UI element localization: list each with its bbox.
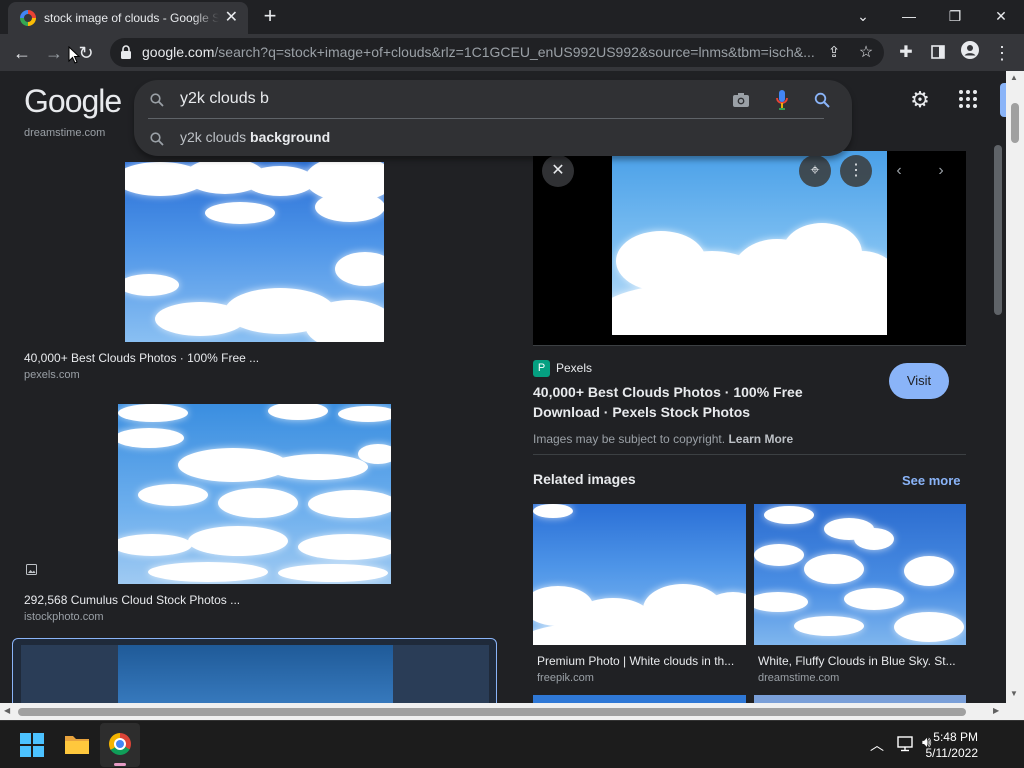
microphone-icon[interactable] [775,89,789,111]
bookmark-star-icon[interactable]: ☆ [852,38,880,66]
see-more-link[interactable]: See more [902,473,961,488]
visit-button[interactable]: Visit [889,363,949,399]
google-logo[interactable]: Google [24,83,122,120]
suggestion-search-icon [150,132,164,146]
tab-strip: stock image of clouds - Google Search ✕ … [0,0,1024,34]
result-source-1[interactable]: dreamstime.com [24,127,105,139]
camera-lens-icon[interactable] [732,92,750,108]
browser-menu-kebab-icon[interactable]: ⋮ [988,39,1016,67]
minimize-window-button[interactable]: — [894,4,924,28]
next-image-chevron-icon[interactable]: › [925,155,957,187]
copyright-text: Images may be subject to copyright. [533,432,726,446]
pexels-logo-icon: P [533,360,550,377]
image-preview-panel: ✕ ⌖ ⋮ ‹ › P Pexels 40,000+ Best Clouds P… [511,127,991,703]
windows-taskbar: ︿ 🔊︎ 5:48 PM 5/11/2022 [0,720,1024,768]
taskbar-time[interactable]: 5:48 PM [933,730,978,744]
search-autocomplete-panel: y2k clouds b y2k clouds background [134,80,852,156]
url-host: google.com [142,44,215,60]
preview-site-name[interactable]: Pexels [556,361,592,375]
preview-panel-scrollbar[interactable] [991,127,1005,703]
start-windows-icon[interactable] [20,733,44,757]
preview-title-line1[interactable]: 40,000+ Best Clouds Photos · 100% Free [533,384,803,400]
related-images-heading: Related images [533,471,636,487]
more-options-kebab-icon[interactable]: ⋮ [840,155,872,187]
result-source-2[interactable]: pexels.com [24,369,80,381]
result-caption-2[interactable]: 40,000+ Best Clouds Photos · 100% Free .… [24,351,259,365]
browser-toolbar: ← → ↻ google.com/search?q=stock+image+of… [0,34,1024,71]
show-hidden-icons-chevron-icon[interactable]: ︿ [870,735,884,755]
scroll-right-arrow-icon[interactable]: ▶ [993,706,999,715]
learn-more-link[interactable]: Learn More [728,432,793,446]
close-window-button[interactable]: ✕ [986,4,1016,28]
network-icon[interactable] [897,736,915,752]
forward-arrow-icon[interactable]: → [40,39,68,67]
mouse-cursor-icon [68,46,80,64]
preview-title-line2[interactable]: Download · Pexels Stock Photos [533,404,750,420]
suggestion-prefix: y2k clouds [180,129,251,145]
apps-grid-icon[interactable] [958,89,982,113]
preview-image-frame: ✕ ⌖ ⋮ ‹ › [533,151,966,345]
taskbar-date[interactable]: 5/11/2022 [926,746,979,760]
restore-window-button[interactable]: ❐ [940,4,970,28]
tab-search-chevron-down-icon[interactable]: ⌄ [848,4,878,28]
suggestion-completion: background [250,129,331,145]
result-source-3[interactable]: istockphoto.com [24,611,103,623]
scroll-left-arrow-icon[interactable]: ◀ [4,706,10,715]
address-bar[interactable]: google.com/search?q=stock+image+of+cloud… [110,38,884,67]
chrome-icon [109,733,131,755]
result-image-2[interactable] [118,404,391,584]
search-input[interactable]: y2k clouds b [180,90,269,108]
settings-gear-icon[interactable]: ⚙ [908,89,932,113]
new-tab-button[interactable]: + [258,4,282,28]
related-image-3[interactable] [533,695,746,703]
related-image-2[interactable] [754,504,966,645]
search-icon [150,93,164,107]
related-source-2[interactable]: dreamstime.com [758,672,839,684]
tab-title: stock image of clouds - Google Search [44,11,219,25]
file-explorer-icon[interactable] [64,733,90,757]
previous-image-chevron-icon[interactable]: ‹ [883,155,915,187]
url-text: google.com/search?q=stock+image+of+cloud… [142,38,822,67]
google-favicon-icon [20,10,36,26]
result-caption-3[interactable]: 292,568 Cumulus Cloud Stock Photos ... [24,593,240,607]
scroll-down-arrow-icon[interactable]: ▼ [1010,689,1018,698]
scroll-up-arrow-icon[interactable]: ▲ [1010,73,1018,82]
related-image-1[interactable] [533,504,746,645]
related-image-4[interactable] [754,695,966,703]
related-source-1[interactable]: freepik.com [537,672,594,684]
window-horizontal-scrollbar[interactable]: ◀ ▶ [0,703,1006,720]
share-icon[interactable]: ⇪ [820,38,848,66]
result-image-1[interactable] [125,162,384,342]
related-caption-1[interactable]: Premium Photo | White clouds in th... [537,654,742,668]
copyright-notice: Images may be subject to copyright. Lear… [533,432,793,446]
profile-avatar-icon[interactable] [956,39,984,67]
lock-icon[interactable] [120,45,132,59]
extensions-puzzle-icon[interactable]: ✚ [892,39,920,67]
browser-tab[interactable]: stock image of clouds - Google Search ✕ [8,2,248,34]
back-arrow-icon[interactable]: ← [8,39,36,67]
window-vertical-scrollbar[interactable]: ▲ ▼ [1006,71,1024,703]
tab-close-icon[interactable]: ✕ [225,8,238,28]
image-badge-icon [26,562,37,575]
autocomplete-suggestion[interactable]: y2k clouds background [180,129,330,145]
close-preview-icon[interactable]: ✕ [542,155,574,187]
search-divider [148,118,824,119]
related-caption-2[interactable]: White, Fluffy Clouds in Blue Sky. St... [758,654,963,668]
result-image-4-selected[interactable] [12,638,497,703]
side-panel-icon[interactable] [924,39,952,67]
google-images-page: Google y2k clouds b y2k clouds backgroun… [0,71,1024,703]
search-submit-icon[interactable] [814,92,830,108]
chrome-taskbar-button[interactable] [100,723,140,767]
lens-search-icon[interactable]: ⌖ [799,155,831,187]
scrollbar-corner [1006,703,1024,720]
url-path: /search?q=stock+image+of+clouds&rlz=1C1G… [214,44,815,60]
